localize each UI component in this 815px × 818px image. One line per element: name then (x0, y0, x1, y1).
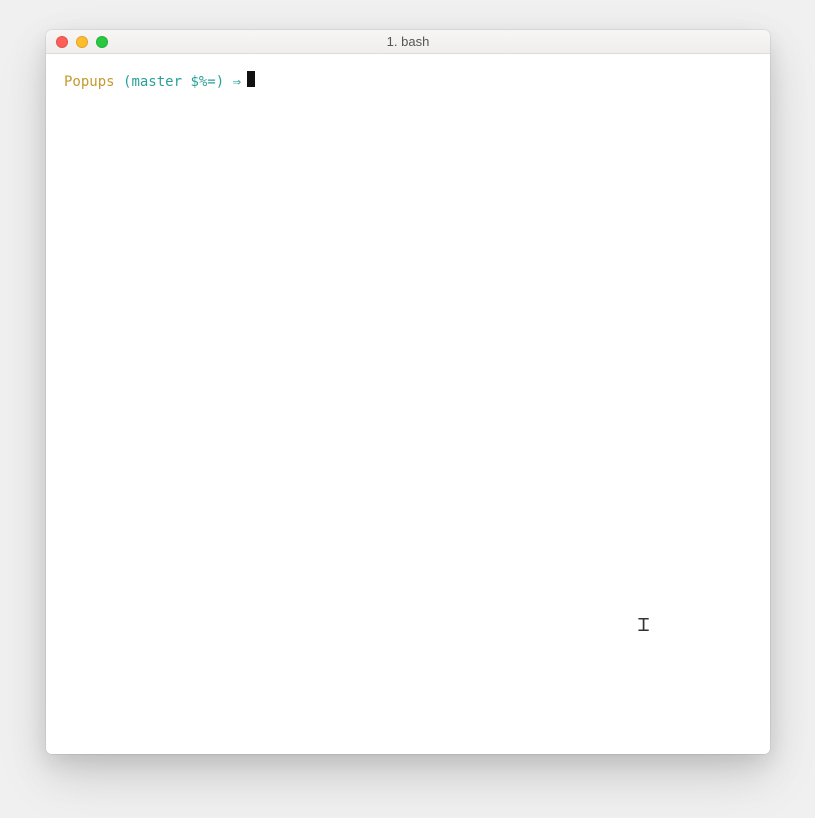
terminal-area[interactable]: Popups (master $%=) ⇒ Ꮖ (46, 54, 770, 754)
block-cursor (247, 71, 255, 87)
prompt-arrow-icon: ⇒ (233, 72, 241, 92)
prompt-line: Popups (master $%=) ⇒ (64, 70, 752, 92)
titlebar[interactable]: 1. bash (46, 30, 770, 54)
terminal-window: 1. bash Popups (master $%=) ⇒ Ꮖ (46, 30, 770, 754)
window-title: 1. bash (46, 34, 770, 49)
prompt-git-branch: (master $%=) (123, 72, 224, 92)
ibeam-cursor-icon: Ꮖ (638, 612, 650, 638)
traffic-lights (46, 36, 108, 48)
prompt-dir: Popups (64, 72, 115, 92)
minimize-icon[interactable] (76, 36, 88, 48)
close-icon[interactable] (56, 36, 68, 48)
maximize-icon[interactable] (96, 36, 108, 48)
